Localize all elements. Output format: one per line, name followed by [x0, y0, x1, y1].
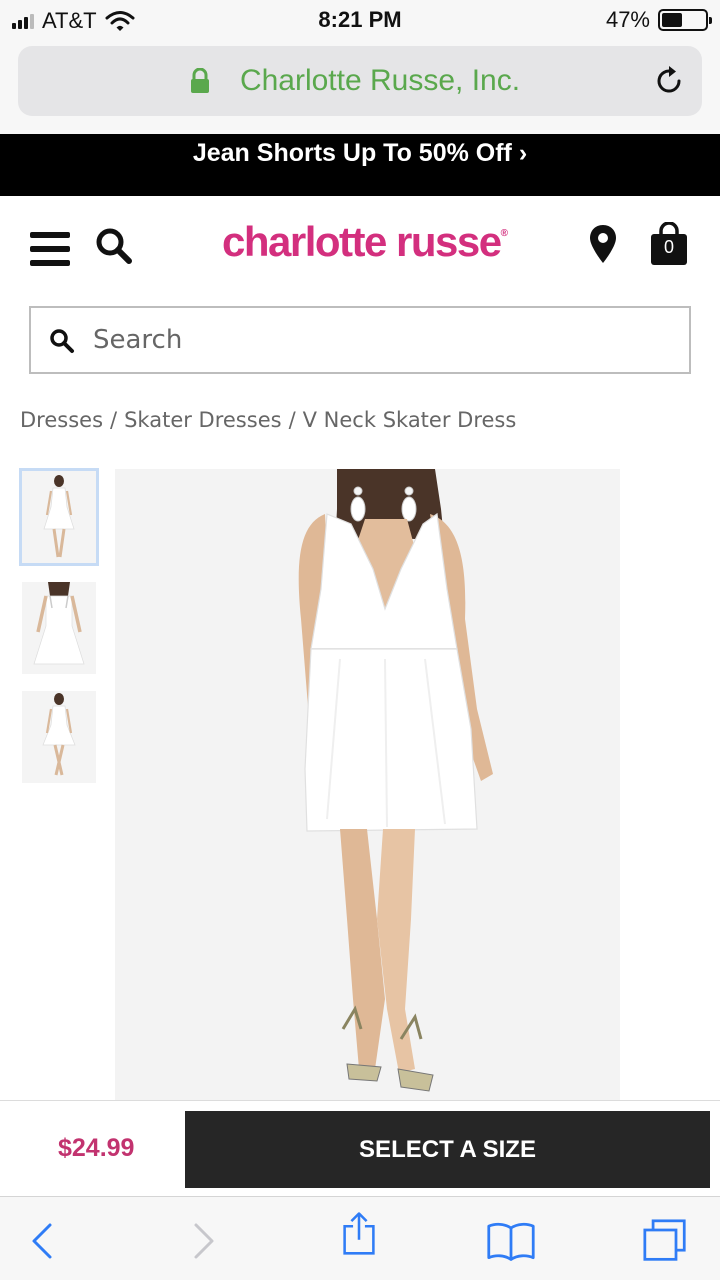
select-size-button[interactable]: SELECT A SIZE — [185, 1111, 710, 1188]
breadcrumb-separator: / — [110, 408, 118, 432]
product-thumbnail-front[interactable] — [19, 468, 99, 566]
browser-toolbar — [0, 1196, 720, 1280]
logo-trademark: ® — [500, 228, 508, 239]
battery-percent: 47% — [605, 7, 650, 32]
search-input[interactable] — [93, 320, 673, 360]
tabs-icon[interactable] — [640, 1219, 690, 1263]
search-icon[interactable] — [94, 226, 134, 266]
address-bar[interactable]: Charlotte Russe, Inc. — [18, 46, 702, 116]
logo-text: charlotte russe — [222, 218, 502, 265]
battery-icon — [658, 9, 712, 31]
back-icon[interactable] — [18, 1219, 68, 1263]
browser-address-area: Charlotte Russe, Inc. — [0, 40, 720, 134]
promo-banner[interactable]: Jean Shorts Up To 50% Off › — [0, 134, 720, 196]
bag-count: 0 — [663, 237, 674, 257]
product-price: $24.99 — [58, 1134, 135, 1162]
forward-icon[interactable] — [178, 1219, 228, 1263]
search-icon — [50, 329, 74, 353]
product-thumbnail-back[interactable] — [22, 582, 96, 674]
reload-icon[interactable] — [652, 64, 686, 98]
product-thumbnail-pose[interactable] — [22, 691, 96, 783]
site-header: charlotte russe® 0 — [0, 196, 720, 296]
bookmarks-icon[interactable] — [486, 1219, 536, 1263]
site-logo[interactable]: charlotte russe® — [222, 218, 508, 266]
menu-icon[interactable] — [30, 232, 70, 266]
status-right: 47% — [605, 7, 712, 33]
product-image[interactable] — [115, 469, 620, 1100]
breadcrumb-separator: / — [288, 408, 296, 432]
search-box — [29, 306, 691, 374]
add-to-bag-bar: $24.99 SELECT A SIZE — [0, 1100, 720, 1196]
thumbnail-image — [22, 471, 96, 563]
status-bar: AT&T 8:21 PM 47% — [0, 0, 720, 40]
thumbnail-image — [22, 582, 96, 674]
breadcrumb-item-current: V Neck Skater Dress — [302, 408, 517, 432]
breadcrumb: Dresses / Skater Dresses / V Neck Skater Dre… — [20, 408, 516, 432]
address-text: Charlotte Russe, Inc. — [239, 64, 521, 97]
breadcrumb-item-skater-dresses[interactable]: Skater Dresses — [124, 408, 281, 432]
breadcrumb-item-dresses[interactable]: Dresses — [20, 408, 103, 432]
thumbnail-image — [22, 691, 96, 783]
location-pin-icon[interactable] — [588, 224, 618, 264]
share-icon[interactable] — [334, 1211, 384, 1255]
product-photo — [115, 469, 620, 1100]
